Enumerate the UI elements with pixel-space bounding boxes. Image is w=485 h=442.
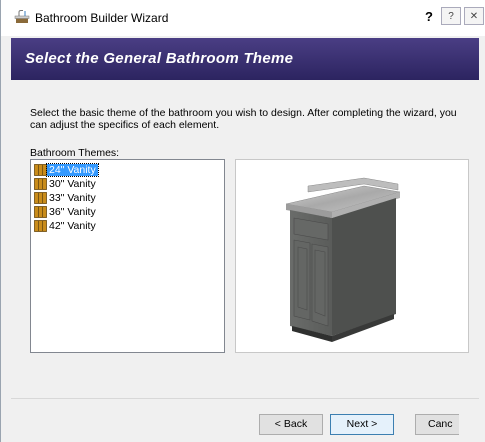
theme-preview-pane bbox=[235, 159, 469, 353]
vanity-item-icon bbox=[34, 205, 47, 218]
vanity-item-icon bbox=[34, 163, 47, 176]
theme-item-label: 42" Vanity bbox=[49, 219, 96, 232]
close-button[interactable]: ✕ bbox=[464, 7, 484, 25]
theme-item-24-vanity[interactable]: 24" Vanity bbox=[34, 162, 99, 177]
instructions-text: Select the basic theme of the bathroom y… bbox=[30, 107, 457, 131]
theme-item-42-vanity[interactable]: 42" Vanity bbox=[34, 219, 98, 232]
cancel-button[interactable]: Canc bbox=[415, 414, 459, 435]
theme-item-30-vanity[interactable]: 30" Vanity bbox=[34, 177, 98, 190]
wizard-step-title: Select the General Bathroom Theme bbox=[25, 50, 294, 67]
theme-item-label: 36" Vanity bbox=[49, 205, 96, 218]
next-button[interactable]: Next > bbox=[330, 414, 394, 435]
theme-item-label: 30" Vanity bbox=[49, 177, 96, 190]
help-button[interactable]: ? bbox=[441, 7, 461, 25]
help-mark: ? bbox=[425, 9, 433, 24]
bathroom-app-icon bbox=[14, 10, 30, 23]
theme-item-36-vanity[interactable]: 36" Vanity bbox=[34, 205, 98, 218]
theme-item-label: 33" Vanity bbox=[49, 191, 96, 204]
themes-label: Bathroom Themes: bbox=[30, 147, 120, 159]
window-title: Bathroom Builder Wizard bbox=[35, 11, 169, 25]
back-button[interactable]: < Back bbox=[259, 414, 323, 435]
vanity-item-icon bbox=[34, 219, 47, 232]
footer-separator bbox=[11, 398, 479, 399]
theme-item-33-vanity[interactable]: 33" Vanity bbox=[34, 191, 98, 204]
vanity-item-icon bbox=[34, 191, 47, 204]
wizard-window: Bathroom Builder Wizard ? ? ✕ Select the… bbox=[0, 0, 485, 442]
vanity-cabinet-preview-image bbox=[285, 177, 401, 342]
title-bar[interactable]: Bathroom Builder Wizard ? ? ✕ bbox=[1, 0, 485, 36]
theme-item-label: 24" Vanity bbox=[46, 162, 99, 177]
themes-listbox[interactable]: 24" Vanity 30" Vanity 33" Vanity 36" Van… bbox=[30, 159, 225, 353]
vanity-item-icon bbox=[34, 177, 47, 190]
wizard-header-banner: Select the General Bathroom Theme bbox=[11, 38, 479, 80]
